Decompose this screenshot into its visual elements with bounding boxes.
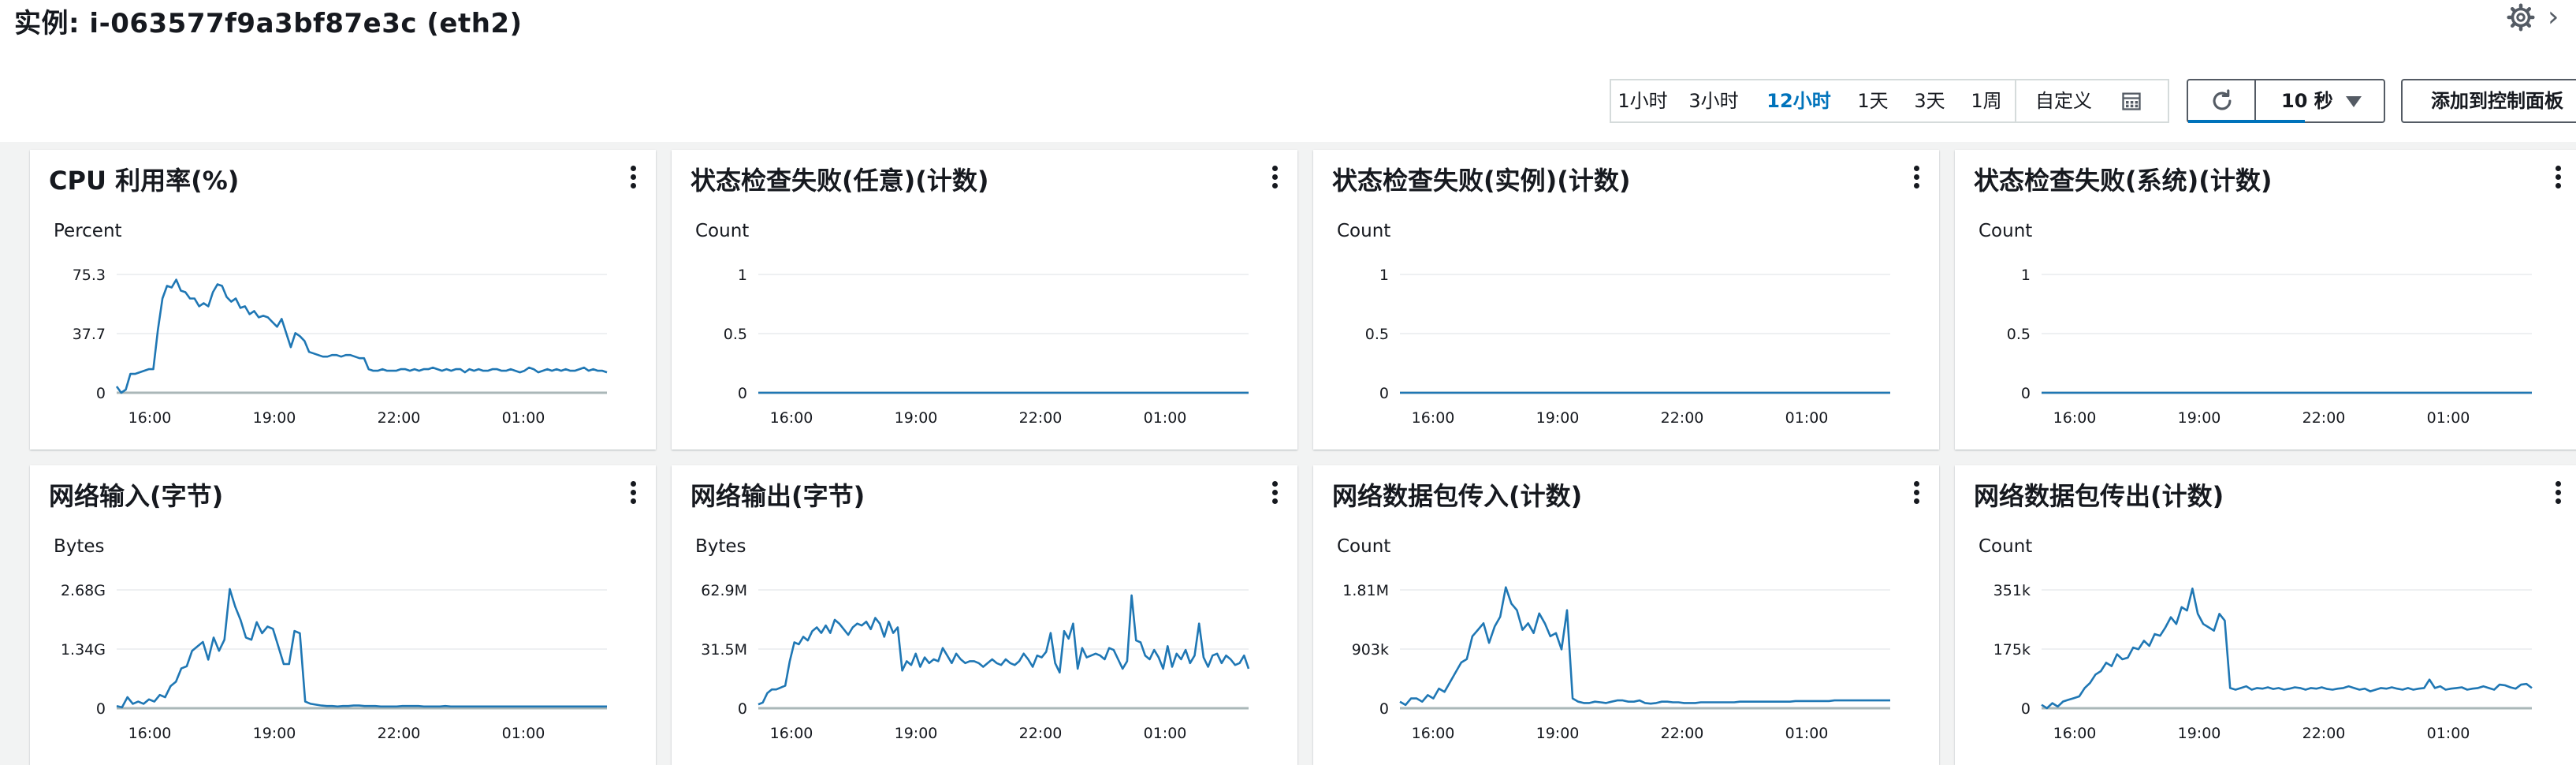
y-tick-label: 0 (2021, 700, 2031, 718)
x-tick-label: 19:00 (1536, 409, 1580, 427)
x-tick-label: 22:00 (378, 725, 421, 742)
time-range-5[interactable]: 1周 (1958, 80, 2015, 121)
y-tick-label: 37.7 (73, 326, 106, 343)
y-tick-label: 1 (738, 267, 747, 284)
y-tick-label: 0 (2021, 385, 2031, 402)
series-line (758, 594, 1250, 706)
series-line (115, 278, 608, 394)
metric-widget: 网络数据包传出(计数) Count 351k 175k 0 16:00 19:00 22:00… (1955, 465, 2576, 765)
series-line (1399, 586, 1890, 707)
y-tick-label: 0 (96, 700, 106, 718)
time-range-selector: 1小时 3小时 12小时 1天 3天 1周 自定义 (1610, 79, 2169, 123)
x-tick-label: 16:00 (1412, 409, 1455, 427)
metric-widget: 网络数据包传入(计数) Count 1.81M 903k 0 16:00 19:00 22:0… (1313, 465, 1939, 765)
line-chart: 2.68G 1.34G 0 16:00 19:00 22:00 01:00 (61, 582, 607, 742)
x-tick-label: 01:00 (502, 409, 545, 427)
y-tick-label: 0.5 (1365, 326, 1389, 343)
x-tick-label: 16:00 (128, 725, 172, 742)
x-tick-label: 22:00 (2302, 409, 2346, 427)
x-tick-label: 22:00 (1019, 409, 1063, 427)
x-tick-label: 22:00 (1019, 725, 1063, 742)
y-tick-label: 1 (1379, 267, 1389, 284)
time-range-4[interactable]: 3天 (1901, 80, 1958, 121)
y-tick-label: 0 (738, 700, 747, 718)
refresh-interval-dropdown[interactable]: 10 秒 (2254, 79, 2385, 123)
x-tick-label: 01:00 (2427, 725, 2470, 742)
x-tick-label: 16:00 (128, 409, 172, 427)
line-chart: 1 0.5 0 16:00 19:00 22:00 01:00 (2007, 267, 2532, 427)
metric-widget: 状态检查失败(系统)(计数) Count 1 0.5 0 16:00 19:00 22:00 0… (1955, 150, 2576, 450)
y-tick-label: 903k (1352, 641, 1389, 659)
x-tick-label: 16:00 (2053, 409, 2097, 427)
y-tick-label: 351k (1993, 582, 2031, 599)
y-tick-label: 0 (738, 385, 747, 402)
time-range-2[interactable]: 12小时 (1753, 80, 1845, 121)
caret-down-icon (2346, 96, 2362, 107)
x-tick-label: 16:00 (2053, 725, 2097, 742)
x-tick-label: 19:00 (253, 409, 296, 427)
y-tick-label: 0 (1379, 700, 1389, 718)
x-tick-label: 22:00 (1661, 725, 1704, 742)
y-tick-label: 0 (96, 385, 106, 402)
refresh-button[interactable] (2187, 79, 2256, 123)
x-tick-label: 01:00 (1144, 725, 1187, 742)
x-tick-label: 16:00 (770, 409, 813, 427)
y-tick-label: 31.5M (701, 641, 747, 659)
x-tick-label: 22:00 (378, 409, 421, 427)
refresh-progress-bar (2188, 120, 2305, 123)
line-chart: 351k 175k 0 16:00 19:00 22:00 01:00 (1993, 582, 2533, 742)
x-tick-label: 01:00 (1785, 409, 1829, 427)
x-tick-label: 01:00 (1144, 409, 1187, 427)
x-tick-label: 01:00 (502, 725, 545, 742)
metric-widget: 网络输出(字节) Bytes 62.9M 31.5M 0 16:00 19:00 22:00 0… (672, 465, 1297, 765)
y-tick-label: 0 (1379, 385, 1389, 402)
series-line (116, 588, 607, 709)
line-chart: 62.9M 31.5M 0 16:00 19:00 22:00 01:00 (701, 582, 1250, 742)
y-tick-label: 1.34G (61, 641, 106, 659)
line-chart: 1.81M 903k 0 16:00 19:00 22:00 01:00 (1342, 582, 1890, 742)
calendar-icon[interactable] (2120, 90, 2142, 112)
refresh-interval-label: 10 秒 (2281, 90, 2333, 112)
refresh-icon (2213, 89, 2232, 110)
x-tick-label: 19:00 (1536, 725, 1580, 742)
y-tick-label: 1.81M (1342, 582, 1389, 599)
metric-widget: CPU 利用率(%) Percent 75.3 37.7 0 16:00 19:00 22:0… (30, 150, 656, 450)
x-tick-label: 22:00 (2302, 725, 2346, 742)
x-tick-label: 22:00 (1661, 409, 1704, 427)
page-header: 实例: i-063577f9a3bf87e3c (eth2) › 1小时 3小时 1… (0, 0, 2576, 142)
y-tick-label: 1 (2021, 267, 2031, 284)
x-tick-label: 16:00 (1412, 725, 1455, 742)
x-tick-label: 19:00 (895, 409, 938, 427)
x-tick-label: 19:00 (2178, 409, 2221, 427)
line-chart: 75.3 37.7 0 16:00 19:00 22:00 01:00 (73, 267, 608, 427)
metric-widget: 网络输入(字节) Bytes 2.68G 1.34G 0 16:00 19:00 22:00 0… (30, 465, 656, 765)
series-line (2041, 588, 2533, 710)
time-range-1[interactable]: 3小时 (1674, 80, 1753, 121)
time-range-0[interactable]: 1小时 (1611, 80, 1674, 121)
gear-icon[interactable] (2507, 3, 2535, 32)
y-tick-label: 75.3 (73, 267, 106, 284)
y-tick-label: 0.5 (724, 326, 747, 343)
line-chart: 1 0.5 0 16:00 19:00 22:00 01:00 (724, 267, 1249, 427)
y-tick-label: 0.5 (2007, 326, 2031, 343)
metric-widget: 状态检查失败(实例)(计数) Count 1 0.5 0 16:00 19:00 22:00 0… (1313, 150, 1939, 450)
metric-widget: 状态检查失败(任意)(计数) Count 1 0.5 0 16:00 19:00 22:00 0… (672, 150, 1297, 450)
x-tick-label: 01:00 (1785, 725, 1829, 742)
page-title: 实例: i-063577f9a3bf87e3c (eth2) (14, 8, 523, 39)
time-range-3[interactable]: 1天 (1845, 80, 1901, 121)
x-tick-label: 19:00 (2178, 725, 2221, 742)
x-tick-label: 19:00 (895, 725, 938, 742)
line-chart: 1 0.5 0 16:00 19:00 22:00 01:00 (1365, 267, 1890, 427)
x-tick-label: 01:00 (2427, 409, 2470, 427)
metrics-page: 实例: i-063577f9a3bf87e3c (eth2) › 1小时 3小时 1… (0, 0, 2576, 765)
y-tick-label: 175k (1993, 641, 2031, 659)
x-tick-label: 19:00 (253, 725, 296, 742)
chevron-right-icon[interactable]: › (2548, 2, 2571, 33)
add-to-dashboard-button[interactable]: 添加到控制面板 (2401, 79, 2576, 123)
x-tick-label: 16:00 (770, 725, 813, 742)
time-range-6[interactable]: 自定义 (2016, 80, 2111, 121)
y-tick-label: 2.68G (61, 582, 106, 599)
y-tick-label: 62.9M (701, 582, 747, 599)
